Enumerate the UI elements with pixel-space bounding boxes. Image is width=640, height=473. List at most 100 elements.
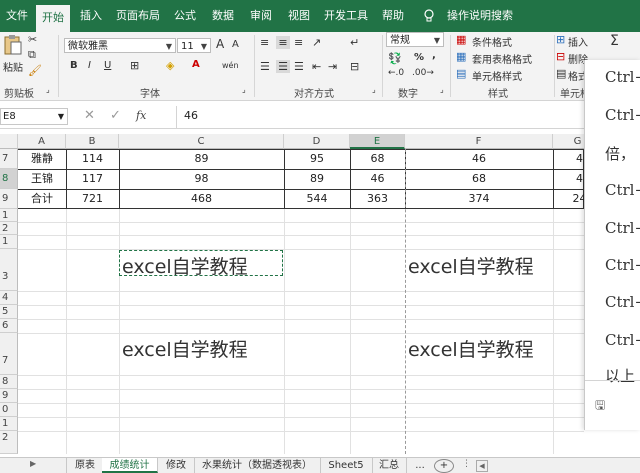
italic-button[interactable]: I [88,60,91,71]
table-cell[interactable]: 89 [119,149,284,169]
formula-input[interactable]: 46 [184,109,198,122]
table-cell[interactable]: 89 [284,169,350,189]
row-header[interactable]: 1 [0,417,18,431]
sheet-tab[interactable]: 原表 [66,458,104,473]
row-header[interactable]: 7 [0,333,18,375]
more-sheets-button[interactable]: ... [408,458,432,473]
dialog-launcher-icon[interactable]: ⌟ [372,85,376,94]
increase-indent-icon[interactable]: ⇥ [328,60,337,73]
table-cell[interactable]: 721 [66,189,119,209]
table-cell[interactable]: 合计 [18,189,66,209]
sheet-text[interactable]: excel自学教程 [408,252,534,279]
tab-split-handle[interactable]: ⋮ [462,459,471,469]
row-header[interactable]: 5 [0,305,18,319]
sheet-tab-active[interactable]: 成绩统计 [102,458,158,473]
sheet-tab[interactable]: 汇总 [372,458,407,473]
align-bottom-icon[interactable]: ≡ [294,36,303,49]
insert-function-button[interactable]: fx [136,109,146,122]
select-all-corner[interactable] [0,134,18,149]
accounting-format-icon[interactable]: 💱 [388,52,402,65]
tab-data[interactable]: 数据 [208,0,238,32]
enter-icon[interactable]: ✓ [110,108,121,123]
cell-styles-button[interactable]: 单元格样式 [472,68,522,83]
table-cell[interactable]: 247 [553,189,585,209]
save-icon[interactable]: 🖫 [595,396,605,417]
format-painter-icon[interactable]: 🖌 [28,64,42,77]
tab-page-layout[interactable]: 页面布局 [114,0,162,32]
dialog-launcher-icon[interactable]: ⌟ [440,85,444,94]
bold-button[interactable]: B [70,60,78,71]
column-header[interactable]: D [284,134,350,149]
tab-insert[interactable]: 插入 [76,0,106,32]
tell-me-search[interactable]: 操作说明搜索 [440,0,520,32]
dialog-launcher-icon[interactable]: ⌟ [46,85,50,94]
row-header[interactable]: 4 [0,291,18,305]
table-cell[interactable]: 117 [66,169,119,189]
comma-button[interactable]: , [432,50,436,61]
column-header[interactable]: F [405,134,553,149]
font-size-select[interactable]: 11 ▼ [177,38,211,53]
conditional-format-button[interactable]: 条件格式 [472,34,512,49]
row-header[interactable]: 9 [0,389,18,403]
insert-cells-button[interactable]: 插入 [568,34,588,49]
row-header[interactable]: 2 [0,222,18,235]
decrease-indent-icon[interactable]: ⇤ [312,60,321,73]
autosum-icon[interactable]: Σ [610,33,619,49]
table-cell[interactable]: 46 [350,169,405,189]
name-box[interactable]: E8 ▼ [0,108,68,125]
row-header[interactable]: 1 [0,209,18,222]
tab-view[interactable]: 视图 [284,0,314,32]
copy-icon[interactable]: ⧉ [28,48,36,62]
table-cell[interactable]: 41 [553,149,584,169]
align-top-icon[interactable]: ≡ [260,36,269,49]
fill-color-icon[interactable]: ◈ [166,59,174,72]
align-right-icon[interactable]: ☰ [294,60,304,73]
row-header[interactable]: 9 [0,189,18,209]
table-cell[interactable]: 374 [405,189,553,209]
column-header[interactable]: E [350,134,405,149]
table-cell[interactable]: 544 [284,189,350,209]
cut-icon[interactable]: ✂ [28,33,37,46]
column-header[interactable]: A [18,134,66,149]
shrink-font-button[interactable]: A [232,39,239,50]
font-name-select[interactable]: 微软雅黑 ▼ [64,38,176,53]
tab-developer[interactable]: 开发工具 [322,0,370,32]
column-header[interactable]: C [119,134,284,149]
row-header[interactable]: 8 [0,169,18,189]
paste-button[interactable]: 粘贴 [3,59,23,74]
table-cell[interactable]: 68 [350,149,405,169]
cancel-icon[interactable]: ✕ [84,108,95,123]
sheet-text[interactable]: excel自学教程 [408,335,534,362]
table-cell[interactable]: 363 [350,189,405,209]
table-cell[interactable]: 98 [119,169,284,189]
table-cell[interactable]: 41 [553,169,584,189]
tab-home[interactable]: 开始 [36,5,70,32]
phonetic-button[interactable]: wén [222,61,239,70]
table-cell[interactable]: 雅静 [18,149,66,169]
sheet-text[interactable]: excel自学教程 [122,252,248,279]
tab-formulas[interactable]: 公式 [170,0,200,32]
align-left-icon[interactable]: ☰ [260,60,270,73]
worksheet-grid[interactable]: A B C D E F G 7 8 9 雅静 114 89 95 68 46 4… [0,134,584,454]
sheet-tab[interactable]: 水果统计（数据透视表） [194,458,321,473]
decrease-decimal-icon[interactable]: .00→ [412,68,434,78]
table-cell[interactable]: 114 [66,149,119,169]
font-color-button[interactable]: A [192,59,200,70]
align-middle-icon[interactable]: ≡ [276,36,290,49]
increase-decimal-icon[interactable]: ←.0 [388,68,404,78]
borders-icon[interactable]: ⊞ [130,59,139,72]
scroll-left-icon[interactable]: ▶ [30,459,36,468]
underline-button[interactable]: U [104,60,111,71]
row-header[interactable]: 6 [0,319,18,333]
row-header[interactable]: 2 [0,431,18,454]
row-header[interactable]: 8 [0,375,18,389]
grow-font-button[interactable]: A [216,37,224,51]
sheet-text[interactable]: excel自学教程 [122,335,248,362]
merge-center-icon[interactable]: ⊟ [350,60,359,73]
tab-review[interactable]: 审阅 [246,0,276,32]
paste-icon[interactable] [2,34,24,58]
table-cell[interactable]: 68 [405,169,553,189]
orientation-icon[interactable]: ↗ [312,36,321,49]
table-cell[interactable]: 95 [284,149,350,169]
column-header[interactable]: B [66,134,119,149]
